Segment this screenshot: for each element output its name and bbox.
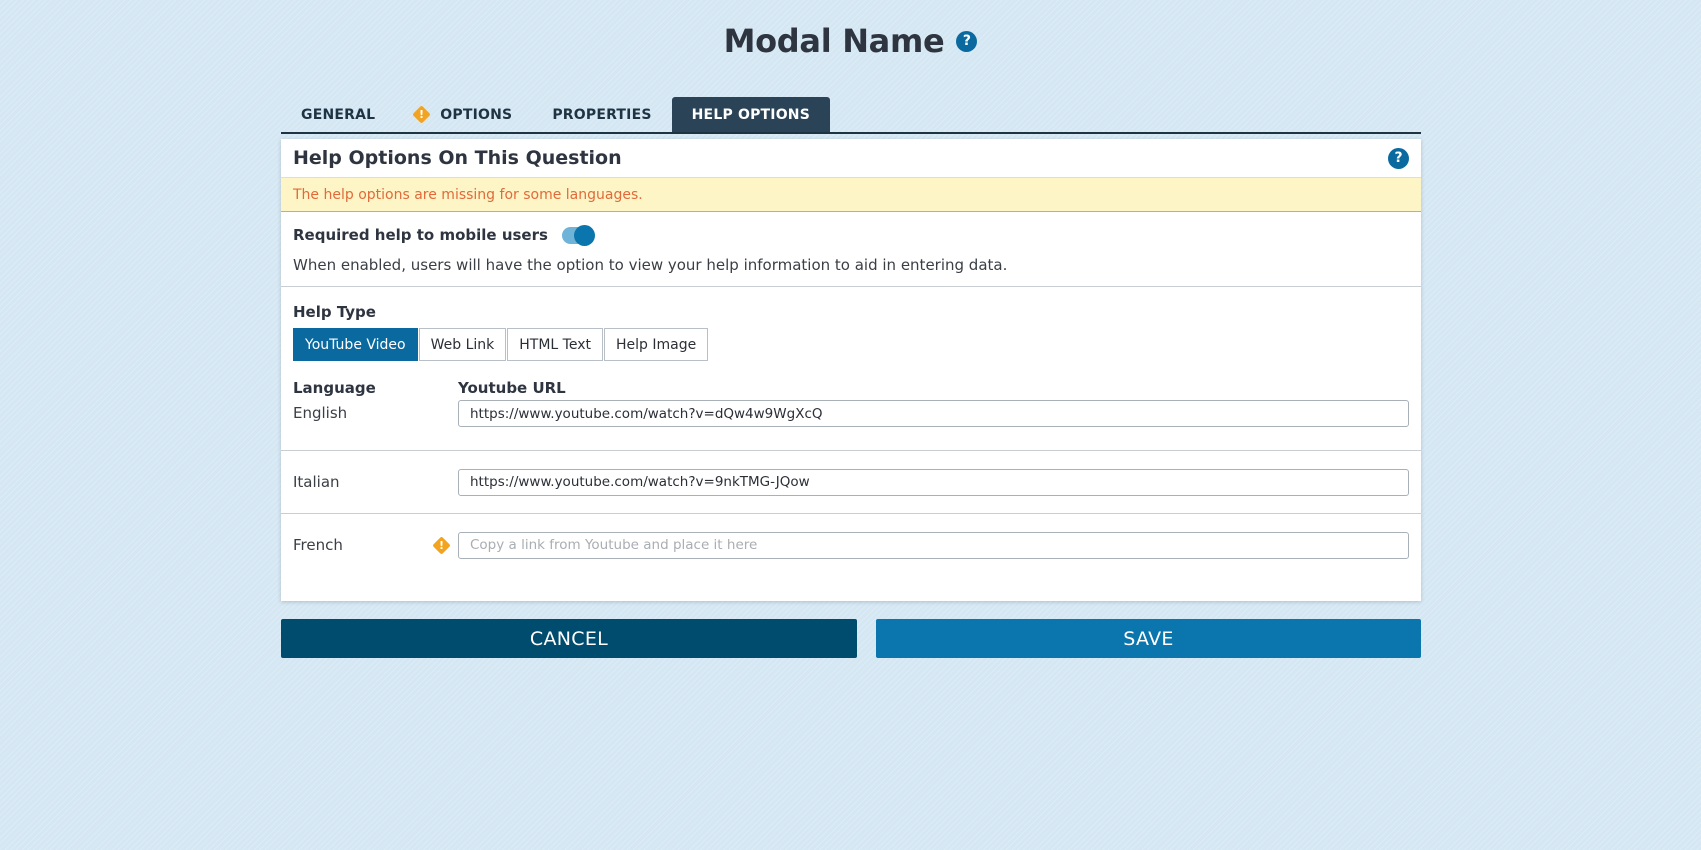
language-row-french: French ! — [281, 514, 1421, 576]
modal-title-row: Modal Name ? — [0, 22, 1701, 60]
required-help-label: Required help to mobile users — [293, 226, 548, 244]
help-type-html-text[interactable]: HTML Text — [507, 328, 603, 361]
tab-options[interactable]: ! OPTIONS — [395, 97, 532, 132]
tab-help-options-label: HELP OPTIONS — [691, 106, 810, 123]
help-type-selector: YouTube Video Web Link HTML Text Help Im… — [293, 328, 1409, 361]
tab-help-options[interactable]: HELP OPTIONS — [671, 97, 830, 132]
help-type-web-link[interactable]: Web Link — [418, 328, 507, 361]
toggle-knob — [573, 224, 595, 246]
missing-languages-alert: The help options are missing for some la… — [281, 177, 1421, 212]
tab-general[interactable]: GENERAL — [281, 97, 395, 132]
english-youtube-url-input[interactable] — [458, 400, 1409, 427]
help-type-label: Help Type — [293, 303, 376, 321]
title-help-icon[interactable]: ? — [956, 30, 978, 52]
tab-general-label: GENERAL — [301, 106, 376, 123]
required-help-description: When enabled, users will have the option… — [293, 256, 1008, 274]
help-type-youtube-video[interactable]: YouTube Video — [293, 328, 418, 361]
modal-title: Modal Name — [723, 22, 945, 60]
language-column-header: Language — [293, 379, 376, 397]
italian-youtube-url-input[interactable] — [458, 468, 1409, 496]
save-button[interactable]: SAVE — [876, 619, 1421, 658]
url-column-header: Youtube URL — [458, 379, 566, 397]
tab-options-label: OPTIONS — [440, 106, 513, 123]
language-name: Italian — [293, 473, 340, 491]
card-header: Help Options On This Question ? — [281, 139, 1421, 177]
help-type-help-image[interactable]: Help Image — [604, 328, 709, 361]
tab-properties-label: PROPERTIES — [552, 106, 652, 123]
cancel-button[interactable]: CANCEL — [281, 619, 857, 658]
help-type-section: Help Type YouTube Video Web Link HTML Te… — [281, 287, 1421, 397]
options-warning-icon: ! — [412, 105, 431, 124]
language-table-header: Language Youtube URL — [293, 379, 1409, 397]
required-help-toggle[interactable] — [561, 224, 595, 246]
language-row-english: English — [281, 397, 1421, 451]
card-title: Help Options On This Question — [293, 147, 622, 169]
card-help-icon[interactable]: ? — [1388, 147, 1409, 169]
tab-properties[interactable]: PROPERTIES — [532, 97, 671, 132]
help-options-card: Help Options On This Question ? The help… — [281, 139, 1421, 601]
mobile-help-section: Required help to mobile users When enabl… — [281, 212, 1421, 287]
language-row-italian: Italian — [281, 451, 1421, 514]
language-name: English — [293, 404, 348, 422]
modal-actions: CANCEL SAVE — [281, 619, 1421, 658]
tab-bar: GENERAL ! OPTIONS PROPERTIES HELP OPTION… — [281, 97, 1421, 134]
french-youtube-url-input[interactable] — [458, 531, 1409, 559]
